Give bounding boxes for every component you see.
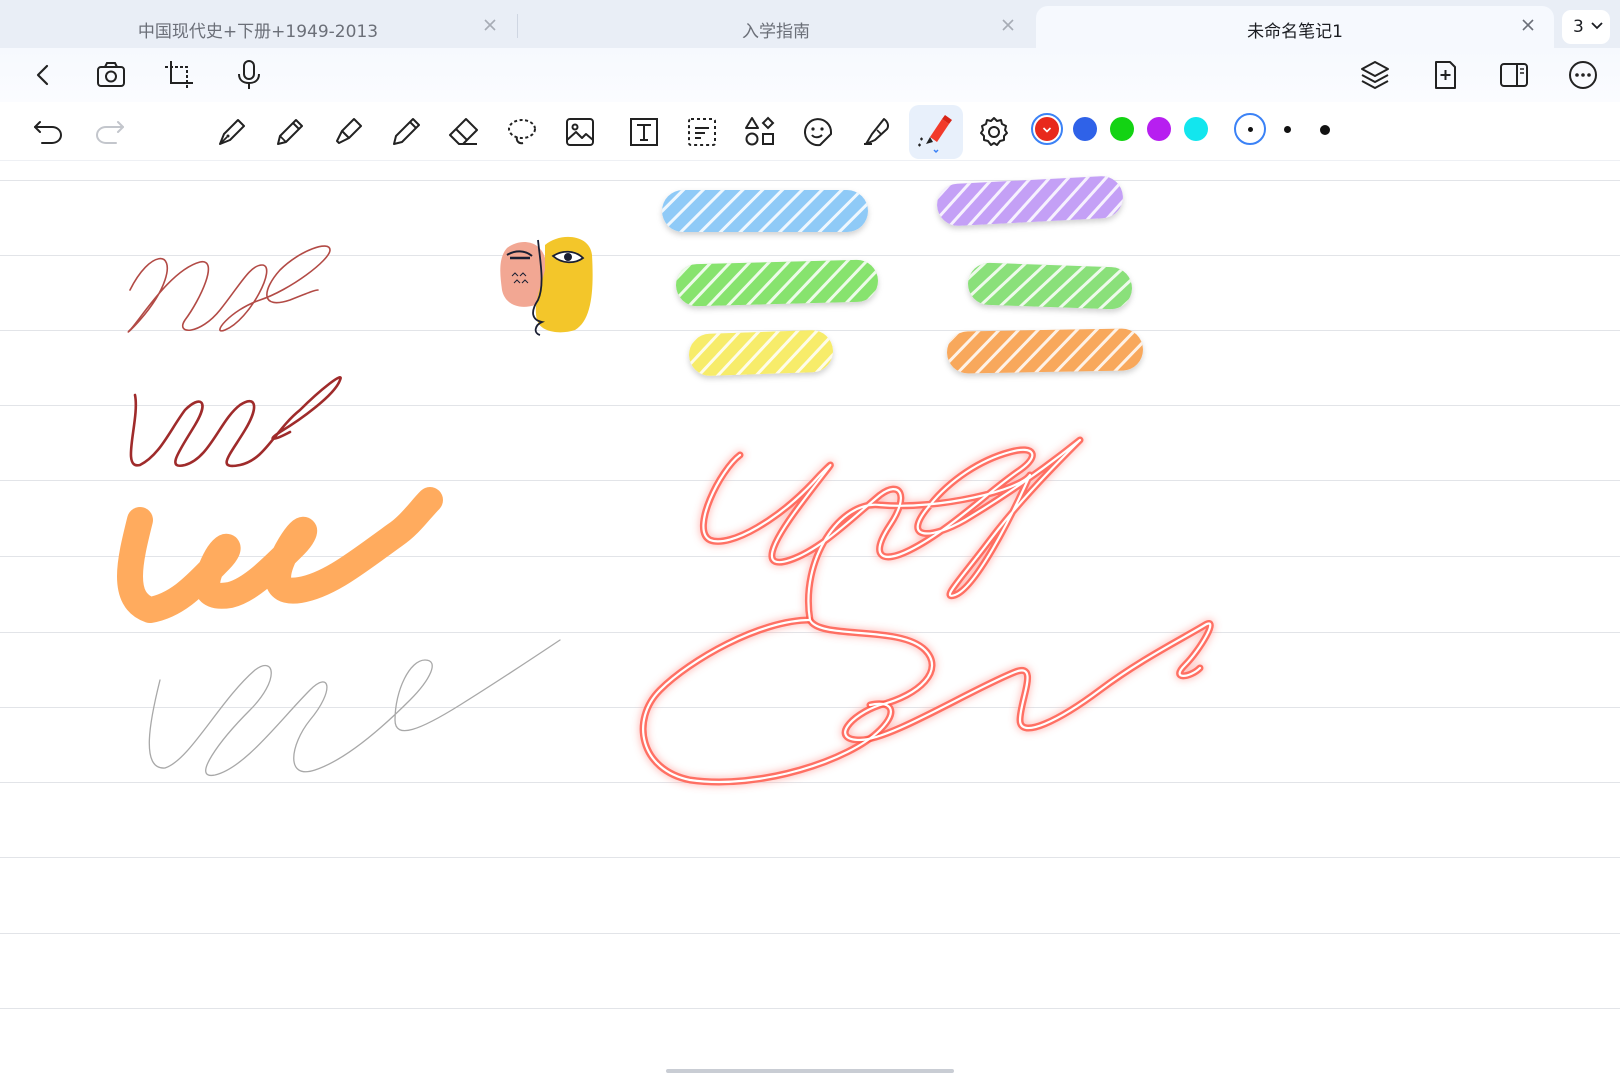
stroke-size-large[interactable] [1320,125,1330,135]
tab-count: 3 [1573,17,1584,37]
image-icon [566,118,594,146]
face-sticker[interactable] [500,236,593,336]
redo-icon [95,121,124,144]
lasso-tool[interactable] [504,114,540,150]
neon-pen-tool[interactable] [909,105,963,159]
tab-label: 入学指南 [742,22,810,42]
tab-label: 中国现代史+下册+1949-2013 [137,22,379,42]
stroke-size-small-dot [1248,127,1253,132]
text-box-tool[interactable] [626,114,662,150]
drawing-toolbar [0,102,1620,161]
crop-icon [165,61,193,89]
image-tool[interactable] [562,114,598,150]
tab-count-dropdown[interactable]: 3 [1562,10,1610,44]
color-swatch-red[interactable] [1035,117,1059,141]
top-toolbar [0,48,1620,102]
close-icon[interactable] [998,15,1018,35]
ink-layer [117,176,1214,786]
chevron-left-icon [36,64,49,86]
more-icon [1569,61,1597,89]
shapes-icon [745,116,775,146]
layers-icon [1361,61,1389,89]
tab-enrollment-guide[interactable]: 入学指南 [518,6,1034,48]
ruler-pen-tool[interactable] [858,114,894,150]
split-view-icon [1500,63,1528,87]
note-canvas[interactable] [0,160,1620,1080]
close-icon[interactable] [480,15,500,35]
tab-untitled-note[interactable]: 未命名笔记1 [1036,6,1554,48]
undo-icon [34,121,63,144]
chevron-down-icon [1591,22,1603,30]
color-swatch-green[interactable] [1110,117,1134,141]
neon-pen-icon [918,115,952,154]
select-text-icon [688,118,716,146]
lasso-icon [508,119,536,145]
color-swatch-purple[interactable] [1147,117,1171,141]
layers-button[interactable] [1358,58,1392,92]
ink-stroke-dark-red [129,376,342,468]
color-swatch-blue[interactable] [1073,117,1097,141]
eraser-icon [449,118,478,145]
pen-icon [277,119,303,145]
camera-button[interactable] [94,58,128,92]
select-text-tool[interactable] [684,114,720,150]
text-box-icon [630,118,658,146]
camera-icon [97,62,125,87]
redo-button[interactable] [92,114,128,150]
add-page-button[interactable] [1428,58,1462,92]
sticker-smile-icon [804,118,832,147]
add-page-icon [1435,61,1456,89]
fountain-pen-icon [219,119,245,145]
tab-bar: 中国现代史+下册+1949-2013 入学指南 未命名笔记1 3 [0,0,1620,48]
close-icon[interactable] [1518,15,1538,35]
feather-pen-icon [864,118,889,145]
home-indicator [666,1069,954,1073]
eraser-tool[interactable] [446,114,482,150]
microphone-button[interactable] [232,58,266,92]
undo-button[interactable] [30,114,66,150]
color-swatch-cyan[interactable] [1184,117,1208,141]
pen-tool[interactable] [272,114,308,150]
shapes-tool[interactable] [742,114,778,150]
settings-button[interactable] [976,114,1012,150]
microphone-icon [238,60,260,89]
marker-icon [336,118,362,144]
back-button[interactable] [26,58,60,92]
chevron-down-icon [1042,127,1052,133]
tab-history-book[interactable]: 中国现代史+下册+1949-2013 [0,6,516,48]
pencil-tool[interactable] [388,114,424,150]
stroke-size-medium[interactable] [1284,126,1291,133]
sticker-tool[interactable] [800,114,836,150]
pencil-icon [393,118,420,145]
gear-icon [980,117,1008,146]
more-button[interactable] [1566,58,1600,92]
ink-stroke-thin-brown [127,245,331,333]
ink-stroke-orange-brush [117,487,443,623]
ink-stroke-grey-pencil [148,639,561,776]
split-view-button[interactable] [1497,58,1531,92]
crop-button[interactable] [162,58,196,92]
tab-label: 未命名笔记1 [1247,22,1343,42]
marker-tool[interactable] [330,114,366,150]
neon-stroke [639,436,1214,786]
fountain-pen-tool[interactable] [214,114,250,150]
